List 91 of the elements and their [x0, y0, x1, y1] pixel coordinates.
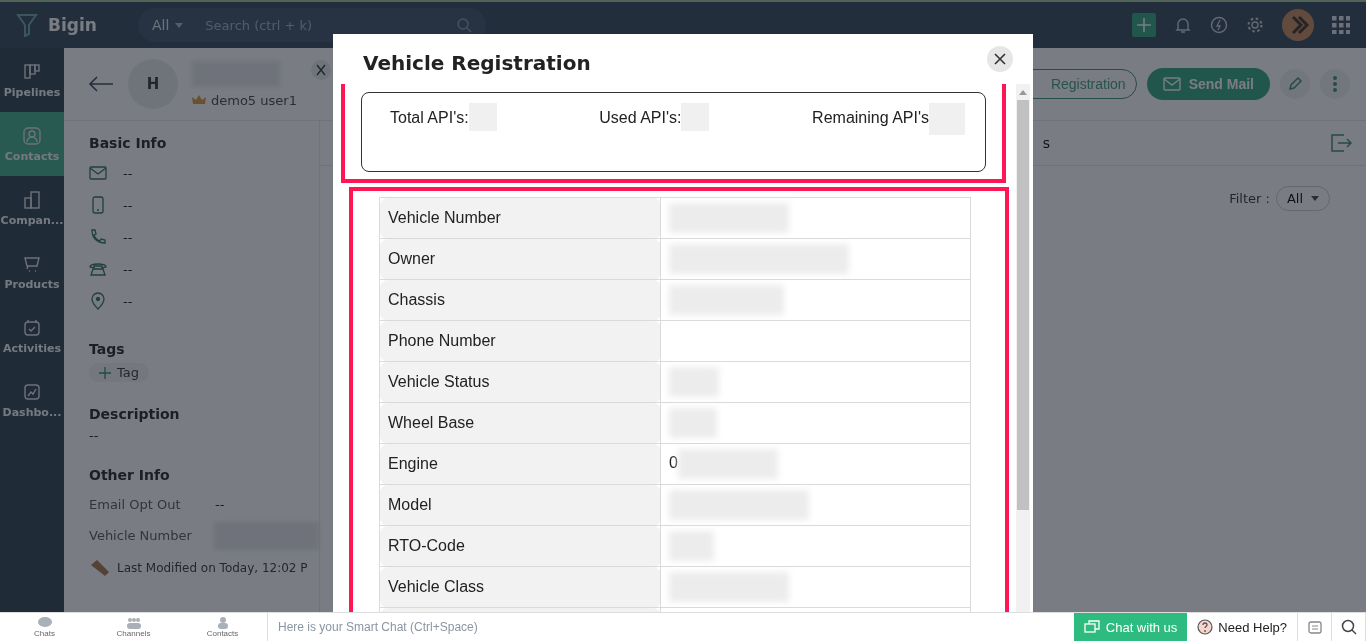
chart-icon [22, 381, 42, 402]
bottom-tab[interactable]: Chats [0, 613, 89, 641]
field-label-cell: Engine [379, 443, 661, 485]
telephone-icon [89, 260, 107, 278]
mail-icon [1162, 77, 1181, 91]
field-label-cell: Wheel Base [379, 402, 661, 444]
brand-name: Bigin [48, 15, 98, 35]
field-label-cell: Phone Number [379, 320, 661, 362]
sidebar-item[interactable]: Activities [0, 304, 64, 368]
section-heading: Tags [89, 341, 126, 357]
field-value: -- [123, 261, 133, 277]
back-arrow-icon[interactable] [88, 76, 114, 92]
chat-bubble-icon [36, 616, 53, 629]
phone-icon [89, 228, 107, 246]
calendar-check-icon [22, 317, 42, 338]
bolt-icon[interactable] [1210, 16, 1228, 34]
export-icon[interactable] [1330, 133, 1352, 153]
mobile-icon [89, 196, 107, 214]
pencil-icon [1287, 76, 1303, 92]
field-label-cell: Vehicle Class [379, 566, 661, 608]
search-icon[interactable] [456, 17, 472, 33]
add-button[interactable] [1132, 13, 1156, 37]
module-dropdown[interactable]: All [152, 17, 194, 33]
bottom-tab[interactable]: Channels [89, 613, 178, 641]
field-label-cell: Model [379, 484, 661, 526]
sidebar-item[interactable]: Dashbo... [0, 368, 64, 432]
field-label-cell: Vehicle Number [379, 197, 661, 239]
bell-icon[interactable] [1174, 16, 1192, 34]
funnel-logo-icon [16, 13, 38, 37]
section-heading: Other Info [89, 467, 171, 483]
section-heading: Description [89, 406, 181, 422]
dialog-title: Vehicle Registration [363, 51, 591, 75]
send-mail-button[interactable]: Send Mail [1146, 68, 1270, 100]
chat-windows-icon [1083, 620, 1100, 634]
user-avatar[interactable] [1282, 9, 1314, 41]
owner-name: demo5 user1 [211, 92, 297, 108]
scrollbar[interactable] [1016, 84, 1030, 613]
field-label: Email Opt Out [89, 497, 182, 512]
scroll-up-icon[interactable] [1019, 90, 1027, 95]
group-icon [125, 616, 142, 629]
field-value: -- [123, 229, 133, 245]
search-icon [1340, 619, 1357, 635]
apps-grid-icon[interactable] [1332, 16, 1350, 34]
field-label-cell: Owner [379, 238, 661, 280]
bottom-tab[interactable]: Contacts [178, 613, 267, 641]
caret-icon [1311, 196, 1319, 201]
contact-card-icon [22, 125, 42, 146]
mail-icon [89, 164, 107, 182]
pencil-icon [89, 559, 111, 577]
field-label-cell: Vehicle Status [379, 361, 661, 403]
field-label-cell: RTO-Code [379, 525, 661, 567]
api-count-label: Used API's: [599, 109, 682, 127]
close-icon [994, 53, 1006, 65]
smart-chat-input[interactable]: Here is your Smart Chat (Ctrl+Space) [278, 618, 1074, 636]
add-tag-button[interactable]: Tag [89, 363, 149, 382]
api-count-label: Total API's: [390, 109, 469, 127]
more-icon [1333, 76, 1337, 92]
contact-avatar: H [128, 59, 178, 109]
help-icon [1197, 619, 1214, 635]
sidebar-item[interactable]: Contacts [0, 112, 64, 176]
api-count-label: Remaining API's [812, 109, 929, 127]
x-social-icon[interactable] [310, 60, 331, 80]
field-value: 0 [669, 454, 678, 472]
field-label-cell: Chassis [379, 279, 661, 321]
need-help-button[interactable]: Need Help? [1187, 613, 1298, 641]
building-icon [22, 189, 42, 210]
close-button[interactable] [987, 46, 1013, 72]
last-modified-text: Last Modified on Today, 12:02 P [117, 561, 308, 575]
caret-icon [175, 22, 184, 28]
chat-with-us-button[interactable]: Chat with us [1073, 613, 1188, 641]
filter-label: Filter : [1229, 191, 1270, 206]
tab[interactable]: s [1042, 135, 1050, 151]
field-label: Vehicle Number [89, 528, 193, 543]
location-icon [89, 292, 107, 310]
sidebar-item[interactable]: Products [0, 240, 64, 304]
edit-button[interactable] [1280, 69, 1310, 99]
crown-icon [192, 95, 206, 105]
sidebar-item[interactable]: Pipelines [0, 48, 64, 112]
settings-icon[interactable] [1246, 16, 1264, 34]
field-value: -- [123, 293, 133, 309]
sidebar-item[interactable]: Compan... [0, 176, 64, 240]
field-value: -- [123, 197, 133, 213]
more-button[interactable] [1320, 69, 1350, 99]
columns-icon [22, 61, 42, 82]
field-value: -- [215, 497, 225, 512]
field-value: -- [123, 165, 133, 181]
description-value: -- [89, 428, 100, 443]
notes-icon [1306, 619, 1323, 635]
plus-icon [99, 366, 111, 379]
plus-icon [1136, 17, 1152, 33]
section-heading: Basic Info [89, 135, 168, 151]
